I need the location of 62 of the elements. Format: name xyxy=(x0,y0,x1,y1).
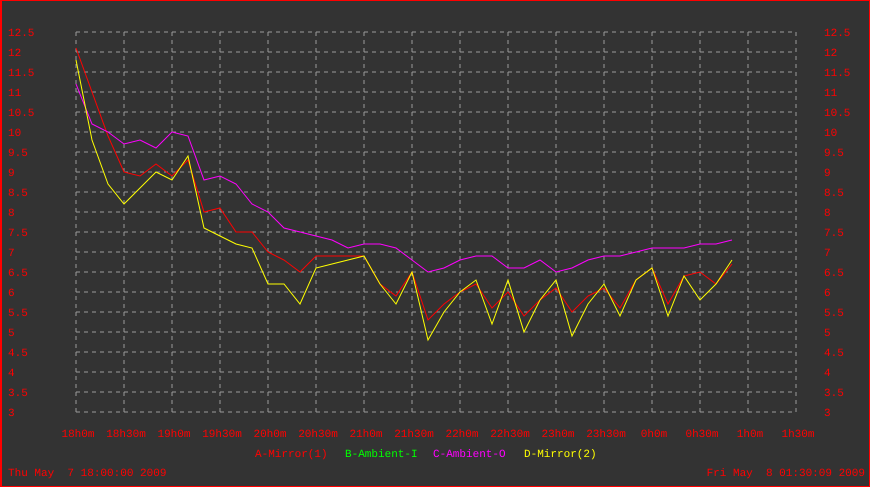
y-tick-label: 8.5 xyxy=(824,188,844,200)
y-tick-label: 11.5 xyxy=(824,68,850,80)
y-tick-label: 7 xyxy=(8,248,15,260)
x-tick-label: 0h30m xyxy=(686,429,718,441)
y-tick-label: 10.5 xyxy=(8,108,34,120)
y-tick-label: 4.5 xyxy=(824,348,844,360)
x-tick-label: 19h30m xyxy=(202,429,242,441)
x-tick-label: 20h0m xyxy=(254,429,286,441)
x-tick-label: 23h30m xyxy=(586,429,626,441)
y-tick-label: 6 xyxy=(824,288,831,300)
x-tick-label: 20h30m xyxy=(298,429,338,441)
legend-label: A-Mirror(1) xyxy=(255,449,328,461)
y-tick-label: 3 xyxy=(8,408,15,420)
y-tick-label: 5 xyxy=(8,328,15,340)
end-time: Fri May 8 01:30:09 2009 xyxy=(706,467,865,482)
y-tick-label: 3.5 xyxy=(824,388,844,400)
y-tick-label: 5.5 xyxy=(8,308,28,320)
x-tick-label: 18h30m xyxy=(106,429,146,441)
y-tick-label: 6.5 xyxy=(8,268,28,280)
x-tick-label: 1h30m xyxy=(782,429,814,441)
y-tick-label: 12.5 xyxy=(824,28,850,40)
y-tick-label: 3.5 xyxy=(8,388,28,400)
y-tick-label: 12 xyxy=(8,48,22,60)
y-tick-label: 10 xyxy=(8,128,22,140)
y-tick-label: 11 xyxy=(824,88,838,100)
y-tick-label: 8 xyxy=(824,208,831,220)
y-tick-label: 6 xyxy=(8,288,15,300)
x-tick-label: 22h30m xyxy=(490,429,530,441)
y-tick-label: 4.5 xyxy=(8,348,28,360)
y-tick-label: 6.5 xyxy=(824,268,844,280)
y-tick-label: 12.5 xyxy=(8,28,34,40)
y-tick-label: 4 xyxy=(8,368,15,380)
y-tick-label: 9 xyxy=(824,168,831,180)
y-tick-label: 5 xyxy=(824,328,831,340)
x-tick-label: 19h0m xyxy=(158,429,190,441)
y-tick-label: 7 xyxy=(824,248,831,260)
y-tick-label: 5.5 xyxy=(824,308,844,320)
legend-label: D-Mirror(2) xyxy=(524,449,597,461)
x-tick-label: 23h0m xyxy=(542,429,574,441)
y-tick-label: 11.5 xyxy=(8,68,34,80)
legend-label: B-Ambient-I xyxy=(345,449,418,461)
y-tick-label: 7.5 xyxy=(8,228,28,240)
x-tick-label: 22h0m xyxy=(446,429,478,441)
start-time: Thu May 7 18:00:00 2009 xyxy=(8,467,166,482)
y-tick-label: 7.5 xyxy=(824,228,844,240)
y-tick-label: 9.5 xyxy=(824,148,844,160)
y-tick-label: 3 xyxy=(824,408,831,420)
y-tick-label: 4 xyxy=(824,368,831,380)
y-tick-label: 9 xyxy=(8,168,15,180)
y-tick-label: 12 xyxy=(824,48,838,60)
x-tick-label: 21h30m xyxy=(394,429,434,441)
y-tick-label: 10.5 xyxy=(824,108,850,120)
x-tick-label: 21h0m xyxy=(350,429,382,441)
x-tick-label: 18h0m xyxy=(62,429,94,441)
y-tick-label: 8 xyxy=(8,208,15,220)
y-tick-label: 8.5 xyxy=(8,188,28,200)
x-tick-label: 0h0m xyxy=(640,429,668,441)
x-tick-label: 1h0m xyxy=(736,429,764,441)
y-tick-label: 9.5 xyxy=(8,148,28,160)
y-tick-label: 11 xyxy=(8,88,22,100)
y-tick-label: 10 xyxy=(824,128,838,140)
legend-label: C-Ambient-O xyxy=(433,449,506,461)
